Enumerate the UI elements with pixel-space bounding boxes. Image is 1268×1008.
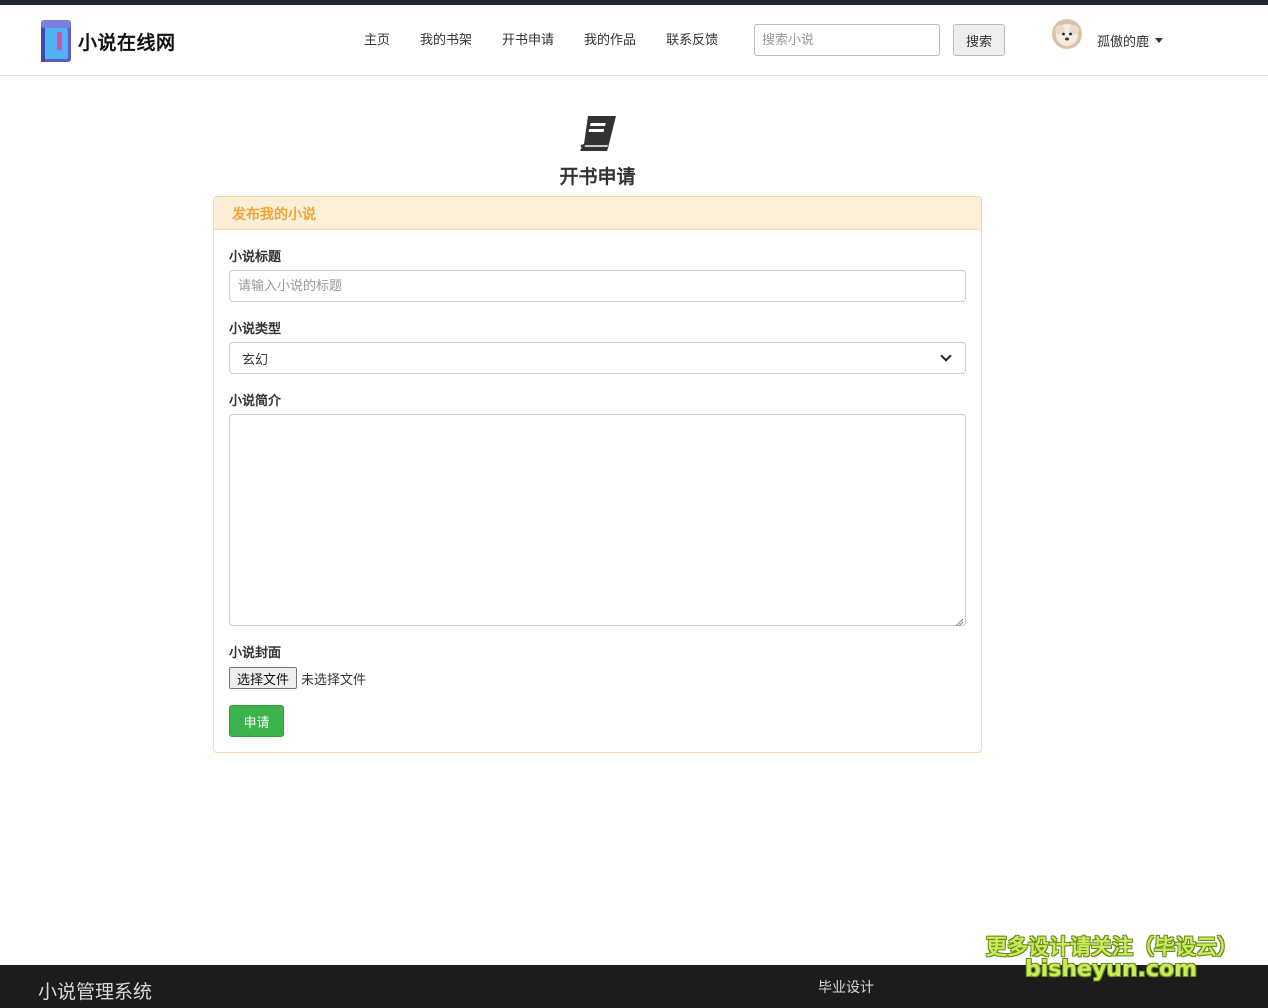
footer-title: 小说管理系统 [38,981,153,1003]
panel-heading: 发布我的小说 [214,197,981,230]
novel-intro-textarea[interactable] [229,414,966,627]
user-menu[interactable]: 孤傲的鹿 [1097,31,1164,50]
search-button[interactable]: 搜索 [953,24,1005,56]
chevron-down-icon [940,350,952,362]
type-label: 小说类型 [229,322,282,337]
footer-link[interactable]: 毕业设计 [818,977,874,997]
main-nav: 主页 我的书架 开书申请 我的作品 联系反馈 [364,29,748,48]
avatar[interactable] [1052,19,1082,49]
nav-home[interactable]: 主页 [364,29,390,48]
title-label: 小说标题 [229,250,282,265]
selected-type: 玄幻 [242,352,269,368]
novel-title-input[interactable] [229,270,966,302]
file-status: 未选择文件 [301,672,367,688]
nav-feedback[interactable]: 联系反馈 [666,29,718,48]
page-title: 开书申请 [559,166,636,188]
publish-novel-panel: 发布我的小说 小说标题 小说类型 玄幻 小说简介 小说封面 选择文件 未选择文件… [213,196,982,753]
brand-name: 小说在线网 [78,31,176,54]
cover-label: 小说封面 [229,646,282,661]
search-input[interactable] [754,24,940,56]
username: 孤傲的鹿 [1097,35,1150,50]
submit-application-button[interactable]: 申请 [229,705,284,737]
nav-bookshelf[interactable]: 我的书架 [420,29,472,48]
watermark-url: bisheyun.com [1025,957,1198,982]
book-icon [578,114,618,152]
nav-book-application[interactable]: 开书申请 [502,29,554,48]
intro-label: 小说简介 [229,394,282,409]
caret-down-icon [1155,38,1164,43]
book-icon [40,19,72,63]
nav-my-works[interactable]: 我的作品 [584,29,636,48]
resize-handle-icon[interactable] [955,615,964,627]
choose-file-button[interactable]: 选择文件 [229,667,298,689]
brand[interactable]: 小说在线网 [40,19,176,63]
navbar: 小说在线网 主页 我的书架 开书申请 我的作品 联系反馈 搜索 孤傲的鹿 [0,5,1268,76]
cover-file-input: 选择文件 未选择文件 [229,667,366,689]
novel-type-select[interactable]: 玄幻 [229,342,966,374]
